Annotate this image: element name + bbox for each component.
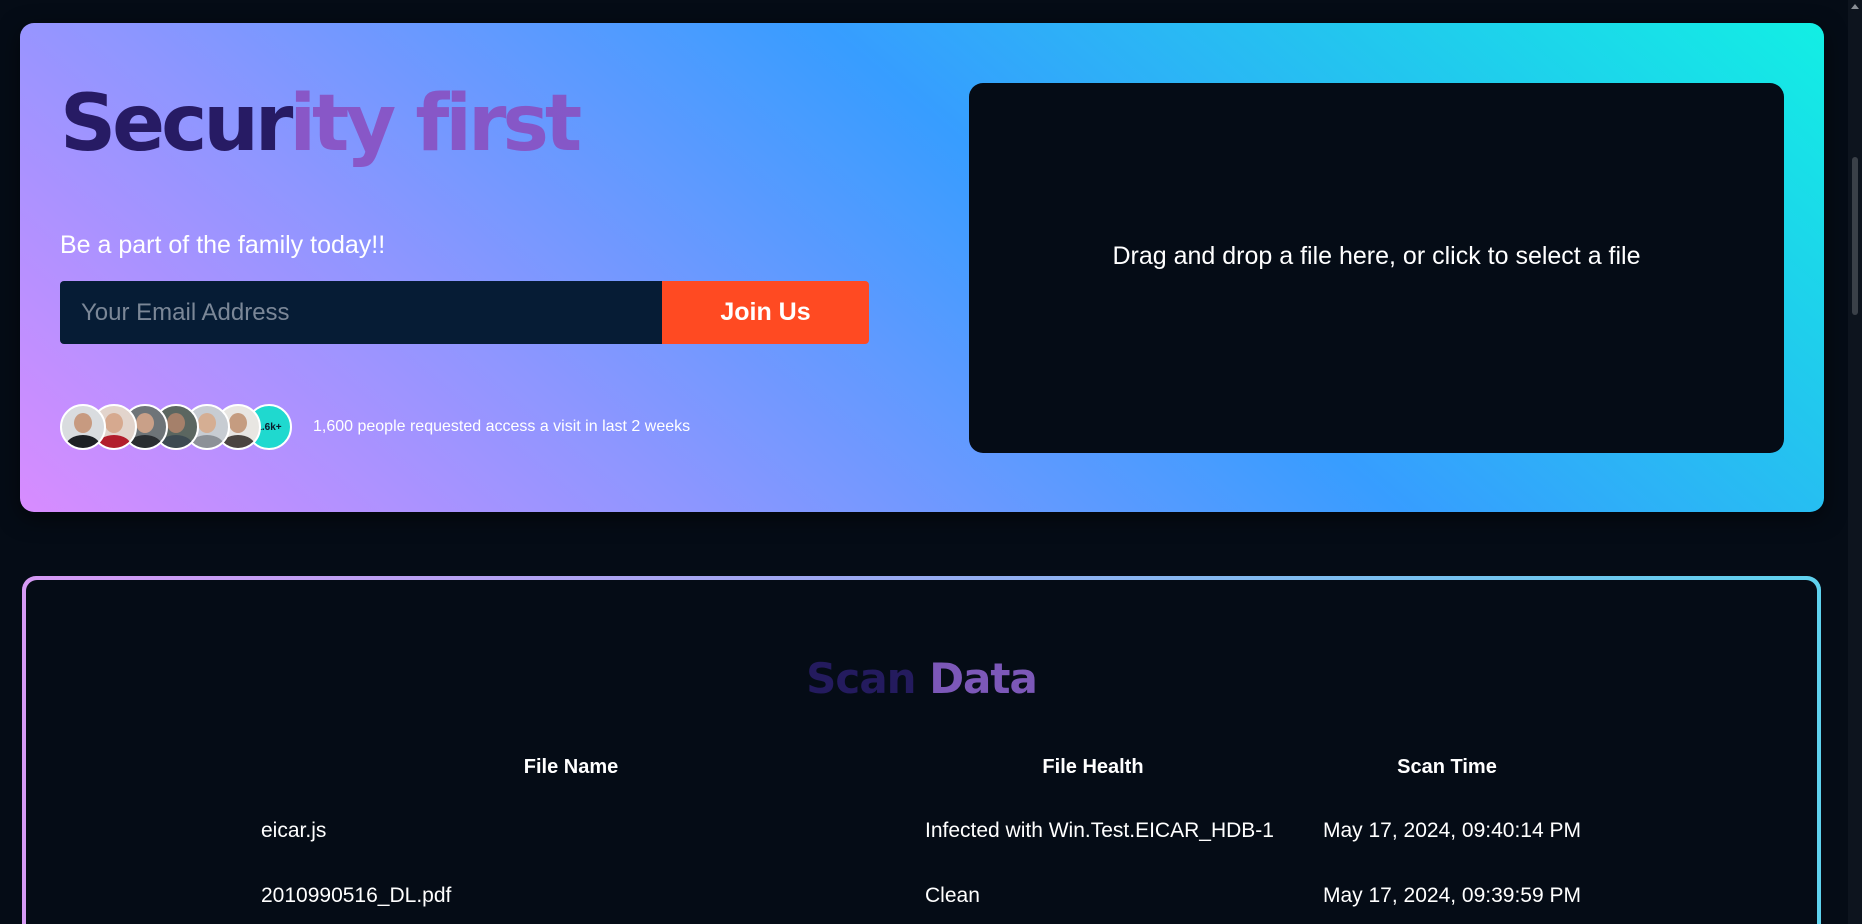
scan-data-section: Scan Data File Name File Health Scan Tim… <box>22 576 1821 924</box>
avatar-stack: 1.6k+ <box>60 404 292 450</box>
cell-file-name: eicar.js <box>261 819 327 842</box>
column-header-file-name: File Name <box>523 756 619 778</box>
hero-title-part1: Secur <box>60 79 293 169</box>
file-dropzone[interactable]: Drag and drop a file here, or click to s… <box>969 83 1784 453</box>
scroll-up-arrow-icon[interactable] <box>1851 4 1859 9</box>
column-header-scan-time: Scan Time <box>1397 756 1497 778</box>
scroll-thumb[interactable] <box>1852 157 1858 315</box>
social-proof-text: 1,600 people requested access a visit in… <box>313 418 691 435</box>
social-proof: 1.6k+ 1,600 people requested access a vi… <box>60 404 690 450</box>
scan-data-title: Scan Data <box>26 654 1817 703</box>
email-input[interactable] <box>60 281 662 344</box>
cell-scan-time: May 17, 2024, 09:39:59 PM <box>1323 884 1581 907</box>
cell-scan-time: May 17, 2024, 09:40:14 PM <box>1323 819 1581 842</box>
cell-file-health: Clean <box>925 884 980 907</box>
cell-file-name: 2010990516_DL.pdf <box>261 884 452 907</box>
join-us-button[interactable]: Join Us <box>662 281 869 344</box>
avatar <box>60 404 106 450</box>
scan-title-part1: Scan <box>806 654 916 703</box>
hero-title-part2: ity first <box>289 79 582 169</box>
signup-form: Join Us <box>60 281 869 344</box>
hero-subtitle: Be a part of the family today!! <box>60 231 386 259</box>
dropzone-text: Drag and drop a file here, or click to s… <box>1112 241 1641 270</box>
cell-file-health: Infected with Win.Test.EICAR_HDB-1 <box>925 819 1274 842</box>
scan-title-part2: Data <box>929 654 1038 703</box>
hero-banner: Security first Be a part of the family t… <box>20 23 1824 512</box>
page-scrollbar[interactable] <box>1848 0 1862 924</box>
hero-title: Security first <box>60 85 582 163</box>
column-header-file-health: File Health <box>1042 756 1144 778</box>
scan-data-panel: Scan Data File Name File Health Scan Tim… <box>26 580 1817 924</box>
page: Security first Be a part of the family t… <box>0 0 1862 924</box>
